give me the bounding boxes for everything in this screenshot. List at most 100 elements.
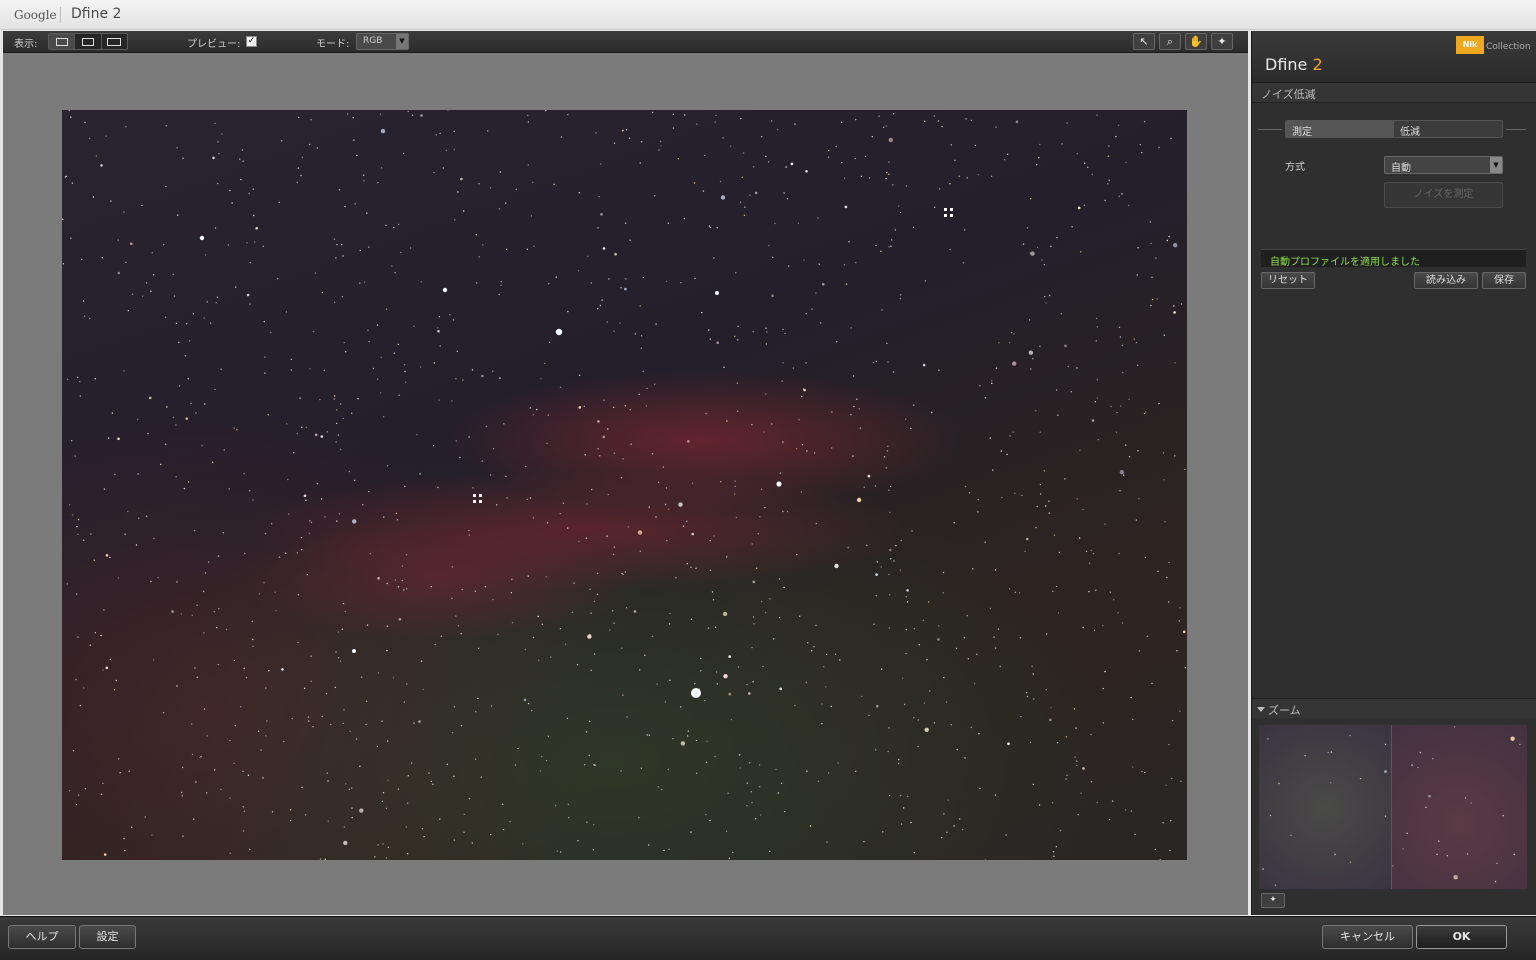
star — [394, 272, 396, 274]
preview-checkbox[interactable]: ✓ — [246, 36, 257, 47]
star — [1083, 204, 1086, 206]
star — [950, 724, 952, 726]
star — [532, 414, 535, 416]
star — [83, 687, 85, 689]
pointer-arrow-icon[interactable]: ↖ — [1133, 33, 1155, 50]
star — [335, 257, 337, 259]
star — [834, 563, 839, 569]
star — [381, 800, 384, 803]
reset-button[interactable]: リセット — [1261, 272, 1315, 289]
star — [176, 581, 178, 583]
star — [1095, 317, 1098, 320]
star — [148, 396, 152, 400]
hand-pan-icon[interactable]: ✋ — [1185, 33, 1207, 50]
star — [308, 720, 310, 722]
star — [526, 248, 528, 250]
noise-reduction-section-title[interactable]: ノイズ低減 — [1252, 83, 1536, 103]
star — [151, 834, 153, 836]
star — [637, 530, 643, 535]
star — [482, 244, 484, 246]
split-view-button[interactable] — [75, 34, 102, 49]
star — [848, 241, 850, 243]
tab-measure[interactable]: 測定 — [1286, 121, 1394, 138]
star — [598, 195, 600, 198]
title-bar: Google Dfine 2 — [0, 0, 1536, 30]
star — [642, 276, 645, 279]
star — [917, 719, 919, 721]
star — [1076, 367, 1078, 369]
method-select[interactable]: 自動 ▼ — [1384, 156, 1503, 174]
star — [1096, 801, 1098, 803]
side-by-side-view-button[interactable] — [102, 34, 127, 49]
control-point-icon[interactable]: ✦ — [1211, 33, 1233, 50]
cancel-button[interactable]: キャンセル — [1322, 925, 1413, 949]
star — [874, 485, 877, 487]
star — [500, 281, 502, 283]
star — [229, 852, 231, 854]
star — [529, 407, 531, 409]
settings-button[interactable]: 設定 — [79, 925, 136, 949]
star — [760, 488, 763, 490]
star — [660, 145, 662, 147]
star — [239, 158, 241, 160]
star — [758, 764, 761, 766]
ok-button[interactable]: OK — [1416, 925, 1507, 949]
star — [854, 157, 856, 160]
star — [229, 739, 231, 742]
star — [1470, 802, 1472, 804]
star — [505, 202, 507, 204]
star — [193, 529, 196, 532]
star — [1118, 552, 1120, 555]
star — [839, 659, 841, 661]
star — [310, 680, 312, 682]
zoom-magnifier-icon[interactable]: ⌕ — [1159, 33, 1181, 50]
star — [287, 478, 289, 481]
star — [702, 190, 705, 192]
zoom-section-title[interactable]: ズーム — [1252, 698, 1536, 718]
star — [899, 569, 901, 571]
star — [310, 521, 313, 524]
single-view-button[interactable] — [49, 34, 76, 49]
save-button[interactable]: 保存 — [1482, 272, 1526, 289]
star — [477, 647, 480, 650]
star — [585, 731, 588, 733]
star — [334, 686, 336, 689]
star — [333, 238, 336, 240]
star — [88, 137, 91, 139]
zoom-split-divider[interactable] — [1391, 725, 1392, 889]
star — [548, 283, 550, 285]
load-button[interactable]: 読み込み — [1414, 272, 1478, 289]
help-button[interactable]: ヘルプ — [8, 925, 76, 949]
star — [303, 494, 307, 498]
star — [592, 849, 595, 851]
star — [383, 516, 385, 518]
star — [409, 247, 412, 249]
star — [913, 717, 915, 719]
star — [82, 300, 85, 302]
measure-point-marker[interactable] — [944, 208, 954, 218]
star — [875, 244, 877, 247]
star — [726, 556, 728, 558]
star — [1008, 588, 1011, 590]
star — [1136, 274, 1138, 276]
star — [875, 595, 877, 597]
star — [351, 412, 353, 414]
measure-noise-button[interactable]: ノイズを測定 — [1384, 182, 1503, 208]
star — [690, 831, 692, 833]
pin-icon[interactable]: ✦ — [1261, 893, 1285, 908]
star — [991, 382, 993, 384]
star — [946, 831, 948, 834]
image-canvas[interactable] — [3, 53, 1248, 915]
mode-select[interactable]: RGB ▼ — [356, 33, 409, 50]
zoom-preview[interactable] — [1259, 725, 1527, 889]
star — [984, 859, 987, 860]
star — [114, 473, 116, 476]
star — [111, 412, 114, 414]
window-title: Dfine 2 — [71, 6, 122, 22]
measure-point-marker[interactable] — [473, 494, 483, 504]
star — [245, 676, 248, 679]
star — [1043, 470, 1046, 472]
tab-reduce[interactable]: 低減 — [1394, 121, 1502, 138]
star — [913, 404, 915, 406]
star — [1059, 829, 1062, 832]
